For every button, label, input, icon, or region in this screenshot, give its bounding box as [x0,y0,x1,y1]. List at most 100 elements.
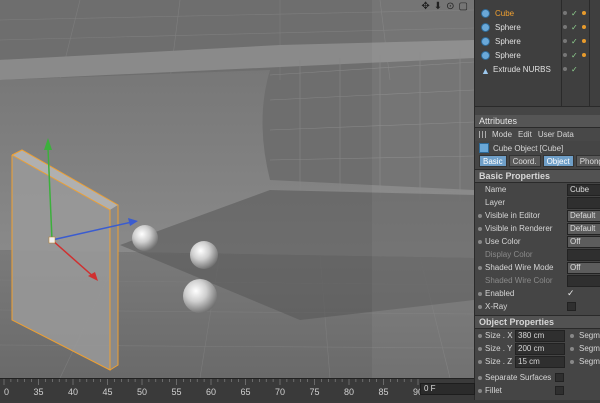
animation-dot-icon[interactable] [478,388,482,393]
tab-basic[interactable]: Basic [479,155,507,167]
animation-dot-icon[interactable] [478,213,482,218]
tag-icon[interactable] [581,53,586,57]
timeline-tick-label: 0 [4,387,9,397]
prop-label: Visible in Editor [485,211,540,220]
prop-label: Name [485,185,507,194]
visibility-dot-icon[interactable] [563,25,567,29]
timeline-tick-label: 70 [275,387,285,397]
enabled-checkbox[interactable]: ✓ [567,288,575,299]
timeline[interactable]: 0 35 40 45 50 55 60 65 70 75 80 85 90 0 F [0,378,475,401]
prop-xray: X-Ray [475,300,600,313]
animation-dot-icon[interactable] [478,346,482,351]
name-field[interactable]: Cube [567,183,600,196]
check-icon[interactable]: ✓ [571,37,578,46]
tab-object[interactable]: Object [542,155,574,167]
viewport-toolbar: ✥ ⬇ ⊙ ▢ [421,2,468,12]
check-icon[interactable]: ✓ [571,23,578,32]
use-color-select[interactable]: Off [567,235,600,248]
tag-icon[interactable] [581,11,586,15]
separate-surfaces-checkbox[interactable] [555,373,564,382]
prop-label: Segme [579,331,600,340]
object-flags: ✓ [563,37,586,46]
size-y-field[interactable]: 200 cm [515,342,565,355]
maximize-icon[interactable]: ▢ [459,2,468,12]
move-icon[interactable]: ✥ [421,2,429,12]
size-z-field[interactable]: 15 cm [515,355,565,368]
timeline-tick-label: 80 [344,387,354,397]
tab-coord[interactable]: Coord. [508,155,541,167]
object-manager: Cube ✓ Sphere ✓ Sphere ✓ Sphere ✓ ▲ Extr… [475,0,600,107]
section-basic-properties[interactable]: Basic Properties [475,169,600,183]
attributes-menu: Mode Edit User Data [475,128,600,141]
display-color-swatch[interactable] [567,248,600,261]
animation-dot-icon[interactable] [478,291,482,296]
timeline-tick-label: 35 [33,387,43,397]
menu-edit[interactable]: Edit [518,130,532,139]
prop-label: Size . X [485,331,513,340]
visibility-dot-icon[interactable] [563,39,567,43]
check-icon[interactable]: ✓ [571,65,578,74]
sphere-icon [481,22,490,32]
tag-icon[interactable] [581,25,586,29]
down-arrow-icon[interactable]: ⬇ [434,2,442,12]
segments-y: Segme [567,344,600,353]
check-icon[interactable]: ✓ [571,9,578,18]
animation-dot-icon[interactable] [478,239,482,244]
menu-user-data[interactable]: User Data [538,130,574,139]
timeline-tick-label: 55 [171,387,181,397]
animation-dot-icon[interactable] [570,346,574,351]
visible-editor-select[interactable]: Default [567,209,600,222]
animation-dot-icon[interactable] [478,333,482,338]
object-row-sphere[interactable]: Sphere ✓ [475,34,600,48]
prop-label: Segme [579,357,600,366]
shaded-wire-color-swatch[interactable] [567,274,600,287]
object-label: Sphere [495,36,521,46]
prop-fillet: Fillet [475,384,600,397]
object-row-cube[interactable]: Cube ✓ [475,6,600,20]
viewport[interactable]: ✥ ⬇ ⊙ ▢ [0,0,474,378]
visibility-dot-icon[interactable] [563,53,567,57]
reset-icon[interactable]: ⊙ [446,2,454,12]
prop-label: X-Ray [485,302,508,311]
visibility-dot-icon[interactable] [563,11,567,15]
object-row-sphere[interactable]: Sphere ✓ [475,20,600,34]
prop-display-color: Display Color [475,248,600,261]
current-frame-field[interactable]: 0 F [420,383,475,395]
object-label: Cube [495,8,515,18]
layer-field[interactable] [567,196,600,209]
prop-layer: Layer [475,196,600,209]
object-row-extrude-nurbs[interactable]: ▲ Extrude NURBS ✓ [475,62,600,76]
tag-icon[interactable] [581,39,586,43]
object-row-sphere[interactable]: Sphere ✓ [475,48,600,62]
animation-dot-icon[interactable] [570,333,574,338]
attribute-tabs: Basic Coord. Object Phong [475,155,600,167]
timeline-ruler[interactable]: 0 35 40 45 50 55 60 65 70 75 80 85 90 [0,379,423,401]
animation-dot-icon[interactable] [478,265,482,270]
sphere-object-2[interactable] [190,241,218,269]
animation-dot-icon[interactable] [478,304,482,309]
tab-phong[interactable]: Phong [575,155,600,167]
animation-dot-icon[interactable] [478,359,482,364]
shaded-wire-mode-select[interactable]: Off [567,261,600,274]
size-x-field[interactable]: 380 cm [515,329,565,342]
sphere-object-1[interactable] [132,225,158,251]
menu-mode[interactable]: Mode [492,130,512,139]
viewport-scene[interactable] [0,0,474,378]
sphere-object-3[interactable] [183,279,217,313]
animation-dot-icon[interactable] [570,359,574,364]
object-flags: ✓ [563,23,586,32]
animation-dot-icon[interactable] [478,375,482,380]
check-icon[interactable]: ✓ [571,51,578,60]
visible-renderer-select[interactable]: Default [567,222,600,235]
section-object-properties[interactable]: Object Properties [475,315,600,329]
animation-dot-icon[interactable] [478,226,482,231]
fillet-checkbox[interactable] [555,386,564,395]
object-flags: ✓ [563,65,578,74]
object-label: Sphere [495,50,521,60]
segments-x: Segme [567,331,600,340]
prop-enabled: Enabled ✓ [475,287,600,300]
xray-checkbox[interactable] [567,302,576,311]
visibility-dot-icon[interactable] [563,67,567,71]
prop-size-y: Size . Y 200 cm Segme [475,342,600,355]
grid-icon[interactable] [479,131,486,138]
